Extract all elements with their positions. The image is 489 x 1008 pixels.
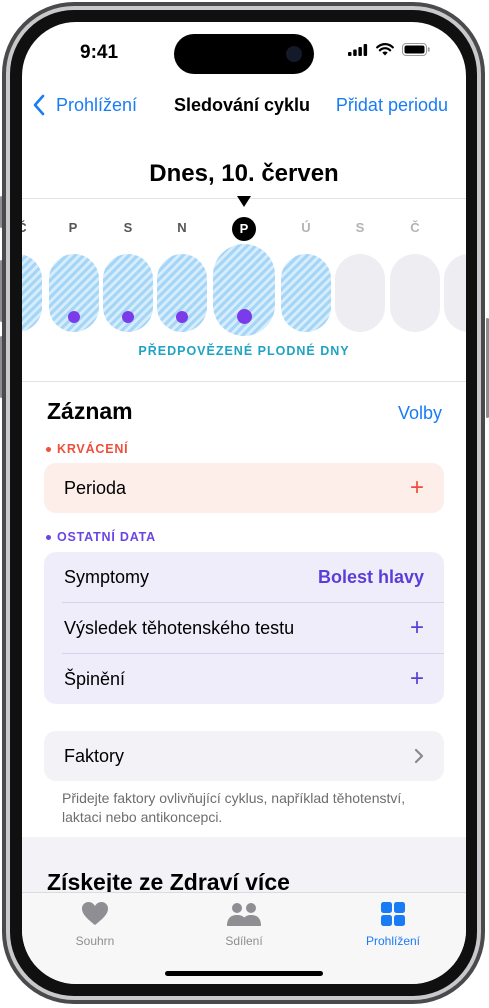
bleeding-card: Perioda + [44, 463, 444, 513]
page-title: Sledování cyklu [174, 95, 311, 115]
chevron-left-icon [33, 94, 45, 116]
add-period-button[interactable]: Přidat periodu [336, 95, 448, 116]
pregnancy-test-label: Výsledek těhotenského testu [64, 617, 295, 638]
chevron-right-icon [414, 748, 424, 764]
bullet-icon [46, 446, 51, 452]
battery-icon [402, 43, 430, 56]
spotting-label: Špinění [64, 668, 126, 689]
today-fertile-pill[interactable] [213, 244, 275, 336]
period-label: Perioda [64, 477, 127, 498]
fertile-day-pill[interactable] [103, 254, 153, 332]
day-pill[interactable] [444, 254, 466, 332]
other-data-category-label: OSTATNÍ DATA [57, 530, 156, 544]
heart-icon [82, 902, 108, 925]
fertile-day-pill[interactable] [157, 254, 207, 332]
tab-summary[interactable]: Souhrn [35, 901, 155, 948]
screen: 9:41 Prohlížení Sledování cyklu Přidat p… [22, 22, 466, 984]
status-time: 9:41 [80, 42, 119, 63]
factors-label: Faktory [64, 745, 125, 766]
home-indicator[interactable] [165, 971, 323, 976]
tab-sharing-label: Sdílení [225, 934, 263, 948]
day-label: S [123, 220, 133, 235]
factors-card: Faktory [44, 731, 444, 781]
fertile-day-pill[interactable] [49, 254, 99, 332]
fertile-days-legend: PŘEDPOVĚZENÉ PLODNÉ DNY [138, 344, 350, 358]
grid-icon [381, 902, 405, 926]
add-spotting-plus-icon[interactable]: + [410, 667, 424, 691]
other-data-card: Symptomy Bolest hlavy Výsledek těhotensk… [44, 552, 444, 704]
day-label: Č [410, 220, 420, 235]
ovulation-dot [68, 311, 80, 323]
bullet-icon [46, 534, 51, 540]
tab-sharing[interactable]: Sdílení [184, 901, 304, 948]
add-period-plus-icon[interactable]: + [410, 476, 424, 500]
pregnancy-test-row[interactable]: Výsledek těhotenského testu + [44, 603, 444, 653]
today-marker-icon [237, 196, 251, 207]
ovulation-dot [236, 309, 252, 324]
people-icon [227, 903, 261, 926]
bleeding-category: KRVÁCENÍ [46, 442, 128, 456]
options-button[interactable]: Volby [398, 403, 442, 424]
spotting-row[interactable]: Špinění + [44, 654, 444, 704]
symptoms-row[interactable]: Symptomy Bolest hlavy [44, 552, 444, 602]
day-label: Č [22, 220, 34, 235]
calendar-bottom-divider [22, 381, 466, 382]
phone-frame: 9:41 Prohlížení Sledování cyklu Přidat p… [0, 0, 489, 1008]
other-data-category: OSTATNÍ DATA [46, 530, 156, 544]
bleeding-category-label: KRVÁCENÍ [57, 442, 129, 456]
factors-hint: Přidejte faktory ovlivňující cyklus, nap… [62, 790, 406, 825]
status-icons [348, 43, 430, 56]
tab-summary-label: Souhrn [75, 934, 115, 948]
today-day-label[interactable]: P [232, 217, 256, 241]
symptoms-label: Symptomy [64, 566, 150, 587]
camera-icon [286, 46, 302, 62]
day-label: P [68, 220, 78, 235]
fertile-day-pill[interactable] [22, 254, 42, 332]
factors-row[interactable]: Faktory [44, 731, 444, 781]
dynamic-island [174, 34, 314, 74]
day-pill[interactable] [390, 254, 440, 332]
period-row[interactable]: Perioda + [44, 463, 444, 513]
tab-browse[interactable]: Prohlížení [333, 901, 453, 948]
back-button[interactable]: Prohlížení [32, 94, 137, 116]
ovulation-dot [122, 311, 134, 323]
log-section-title: Záznam [47, 398, 133, 424]
fertile-day-pill[interactable] [281, 254, 331, 332]
symptoms-value: Bolest hlavy [317, 566, 424, 587]
add-pregnancy-test-plus-icon[interactable]: + [410, 616, 424, 640]
date-title: Dnes, 10. červen [149, 160, 339, 187]
day-label: S [355, 220, 365, 235]
day-pill[interactable] [335, 254, 385, 332]
cellular-signal-icon [348, 43, 368, 56]
wifi-icon [376, 43, 394, 56]
back-label: Prohlížení [56, 94, 138, 115]
day-label: Ú [301, 220, 311, 235]
tab-browse-label: Prohlížení [365, 934, 421, 948]
day-label: N [177, 220, 187, 235]
ovulation-dot [176, 311, 188, 323]
